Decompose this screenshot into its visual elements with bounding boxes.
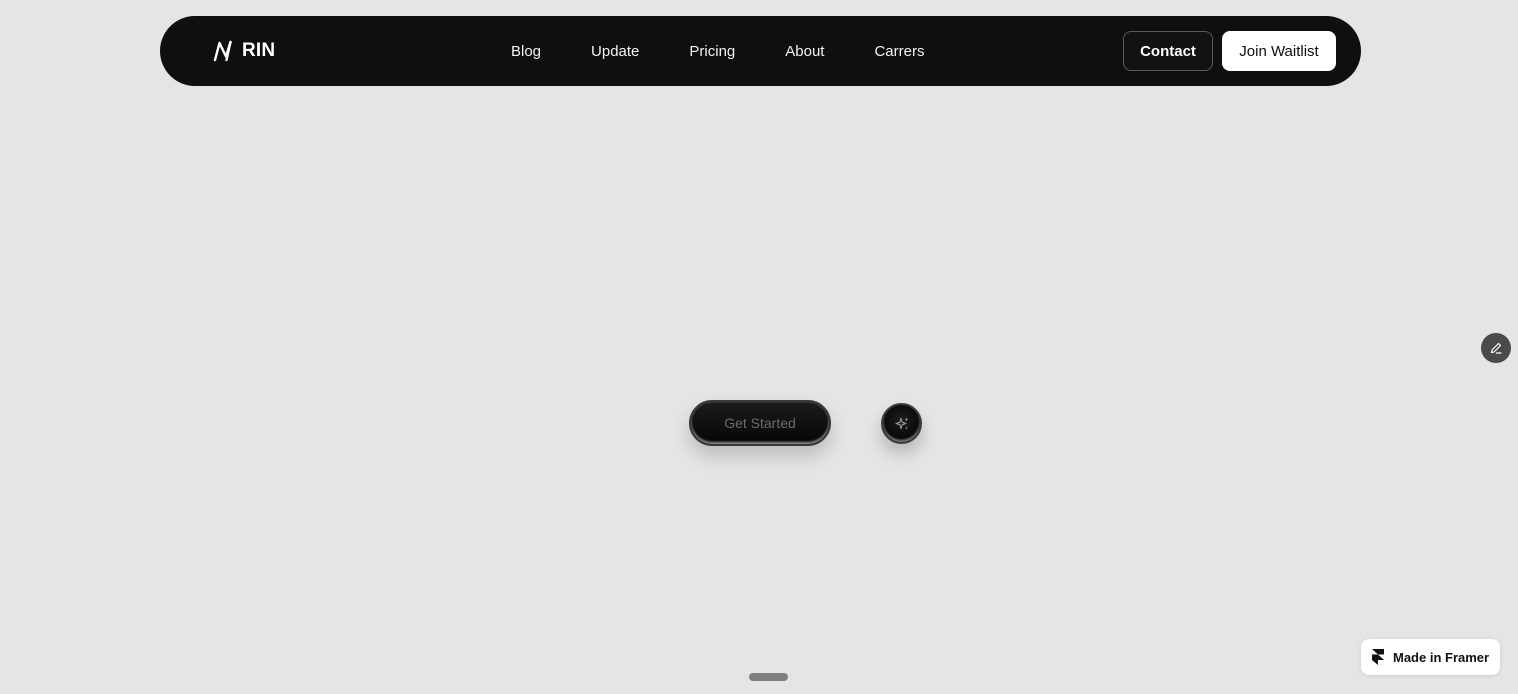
top-navbar: RIN Blog Update Pricing About Carrers Co…: [160, 16, 1361, 86]
brand-name: RIN: [242, 40, 276, 61]
nav-link-carrers[interactable]: Carrers: [874, 43, 924, 60]
pencil-icon: [1490, 342, 1502, 354]
nav-links: Blog Update Pricing About Carrers: [511, 16, 924, 86]
rin-logo-icon: [213, 40, 232, 62]
scroll-handle[interactable]: [749, 673, 788, 681]
sparkle-icon: [894, 417, 908, 429]
nav-link-about[interactable]: About: [785, 43, 824, 60]
sparkle-button[interactable]: [881, 403, 922, 444]
made-in-framer-label: Made in Framer: [1393, 649, 1490, 665]
made-in-framer-badge[interactable]: Made in Framer: [1361, 639, 1500, 675]
join-waitlist-button[interactable]: Join Waitlist: [1222, 31, 1336, 71]
brand-logo[interactable]: RIN: [212, 16, 275, 86]
edit-button[interactable]: [1481, 333, 1511, 363]
nav-link-update[interactable]: Update: [591, 43, 639, 60]
nav-link-blog[interactable]: Blog: [511, 43, 541, 60]
contact-button[interactable]: Contact: [1123, 31, 1213, 71]
framer-logo-icon: [1372, 649, 1384, 665]
get-started-button[interactable]: Get Started: [689, 400, 831, 446]
nav-link-pricing[interactable]: Pricing: [689, 43, 735, 60]
